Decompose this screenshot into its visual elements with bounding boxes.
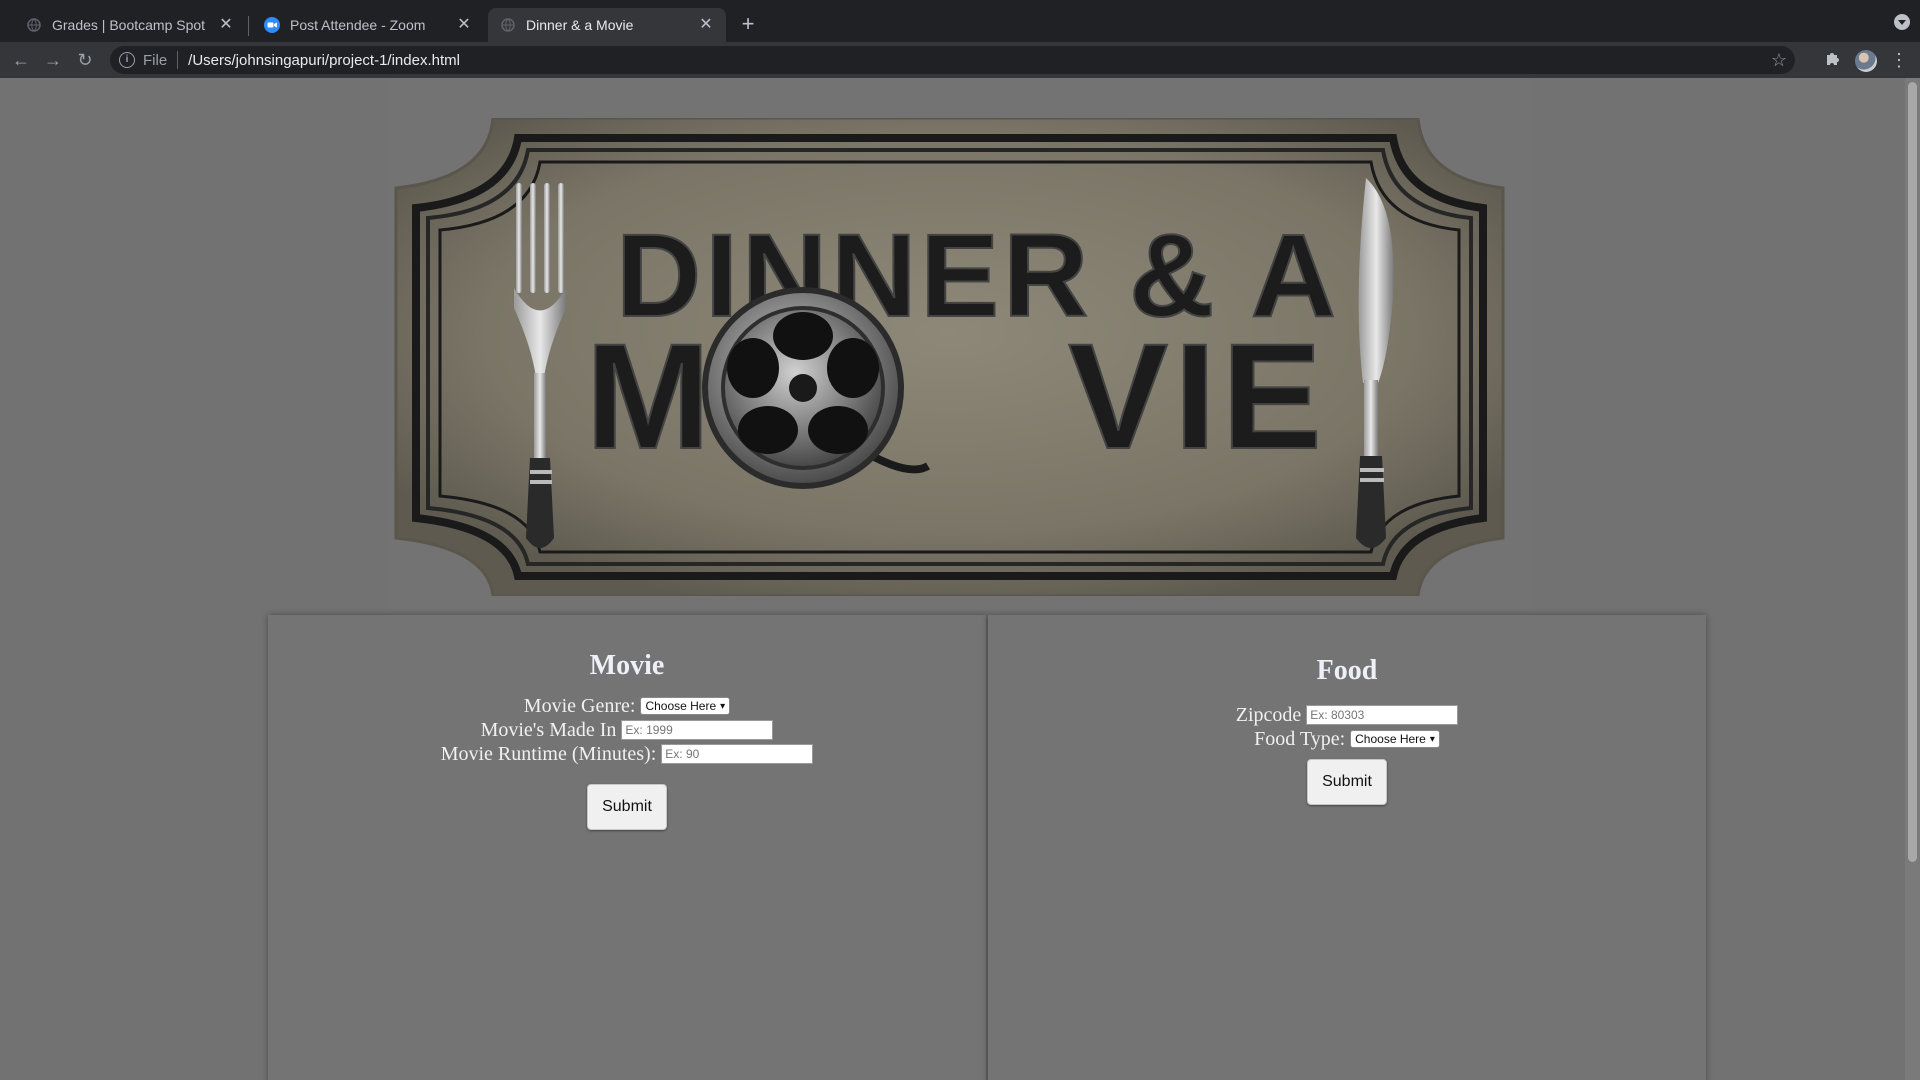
tab-grades[interactable]: Grades | Bootcamp Spot ✕ xyxy=(14,8,246,42)
genre-row: Movie Genre: Choose Here ▾ xyxy=(268,694,986,718)
year-input[interactable] xyxy=(621,720,774,740)
logo-line2-start: M xyxy=(586,312,711,480)
url-scheme: File xyxy=(143,51,168,69)
url-text[interactable]: /Users/johnsingapuri/project-1/index.htm… xyxy=(188,52,460,69)
info-icon[interactable]: i xyxy=(119,52,135,68)
browser-toolbar: ← → ↻ i File /Users/johnsingapuri/projec… xyxy=(0,42,1920,78)
food-type-select[interactable]: Choose Here ▾ xyxy=(1350,730,1440,748)
runtime-input[interactable] xyxy=(661,744,814,764)
food-type-label: Food Type: xyxy=(1254,727,1346,750)
close-icon[interactable]: ✕ xyxy=(218,17,234,33)
genre-select-value: Choose Here xyxy=(645,699,717,713)
star-icon[interactable]: ☆ xyxy=(1771,50,1787,70)
zip-row: Zipcode xyxy=(988,703,1706,727)
chevron-down-icon: ▾ xyxy=(720,700,726,712)
genre-label: Movie Genre: xyxy=(523,694,636,717)
logo-line2-end: VIE xyxy=(1068,312,1328,480)
profile-avatar[interactable] xyxy=(1855,50,1877,72)
close-icon[interactable]: ✕ xyxy=(698,17,714,33)
globe-icon xyxy=(500,17,516,33)
tab-title: Grades | Bootcamp Spot xyxy=(52,17,206,33)
tab-dinner-movie[interactable]: Dinner & a Movie ✕ xyxy=(488,8,726,42)
zoom-icon xyxy=(264,17,280,33)
extensions-puzzle-icon[interactable] xyxy=(1823,50,1843,70)
runtime-label: Movie Runtime (Minutes): xyxy=(440,742,657,765)
more-menu-icon[interactable]: ⋮ xyxy=(1890,50,1908,70)
movie-heading: Movie xyxy=(589,650,665,681)
divider xyxy=(177,51,179,69)
tab-search-icon[interactable] xyxy=(1894,14,1910,30)
movie-submit-button[interactable]: Submit xyxy=(587,784,667,830)
globe-icon xyxy=(26,17,42,33)
reload-icon[interactable]: ↻ xyxy=(75,50,95,70)
chevron-down-icon: ▾ xyxy=(1429,733,1435,745)
movie-panel: Movie Movie Genre: Choose Here ▾ Movie's… xyxy=(268,615,986,1080)
forward-arrow-icon[interactable]: → xyxy=(43,50,63,70)
genre-select[interactable]: Choose Here ▾ xyxy=(640,697,731,715)
tab-title: Post Attendee - Zoom xyxy=(290,17,426,33)
tab-zoom[interactable]: Post Attendee - Zoom ✕ xyxy=(252,8,484,42)
food-type-row: Food Type: Choose Here ▾ xyxy=(988,727,1706,751)
hero-banner: DINNER & A M VIE xyxy=(388,78,1534,610)
tab-strip: Grades | Bootcamp Spot ✕ Post Attendee -… xyxy=(0,0,1920,42)
scrollbar-thumb[interactable] xyxy=(1908,82,1917,862)
close-icon[interactable]: ✕ xyxy=(456,17,472,33)
runtime-row: Movie Runtime (Minutes): xyxy=(268,742,986,766)
year-label: Movie's Made In xyxy=(480,718,617,741)
food-submit-button[interactable]: Submit xyxy=(1307,759,1387,805)
food-type-select-value: Choose Here xyxy=(1355,732,1426,746)
food-panel: Food Zipcode Food Type: Choose Here ▾ Su… xyxy=(988,615,1706,1080)
page-content: DINNER & A M VIE Movie Movie Genre: Choo… xyxy=(0,78,1905,1080)
new-tab-button[interactable]: + xyxy=(737,13,759,35)
tab-separator xyxy=(248,16,249,36)
zipcode-input[interactable] xyxy=(1306,705,1459,725)
back-arrow-icon[interactable]: ← xyxy=(11,50,31,70)
dinner-movie-logo: DINNER & A M VIE xyxy=(394,118,1505,596)
address-bar[interactable]: i File /Users/johnsingapuri/project-1/in… xyxy=(110,46,1795,74)
food-heading: Food xyxy=(1316,655,1378,686)
zip-label: Zipcode xyxy=(1235,703,1302,726)
year-row: Movie's Made In xyxy=(268,718,986,742)
tab-title: Dinner & a Movie xyxy=(526,17,634,33)
